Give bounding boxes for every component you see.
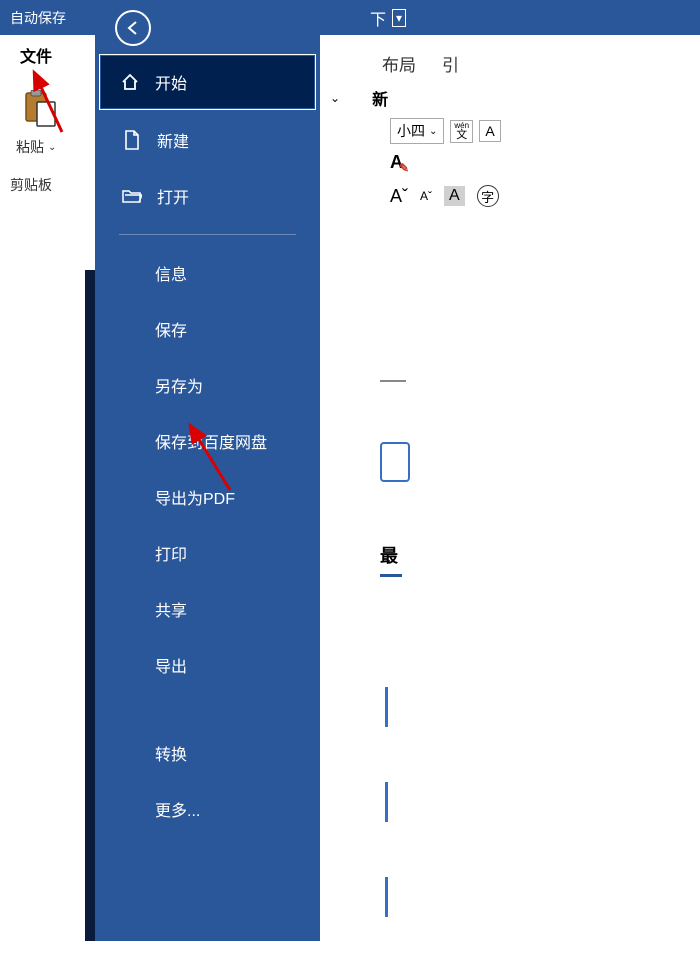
menu-saveas-label: 另存为 [155, 373, 203, 397]
menu-share-label: 共享 [155, 597, 187, 621]
font-color-button[interactable]: A✎ [390, 152, 403, 173]
paste-button[interactable]: 粘贴 ⌄ [16, 137, 95, 157]
new-doc-icon [121, 130, 143, 150]
chevron-down-icon: ⌄ [48, 142, 56, 153]
recent-item[interactable] [380, 687, 388, 727]
menu-divider [119, 234, 296, 235]
new-label: 新 [372, 86, 388, 110]
file-tab[interactable]: 文件 [0, 34, 72, 76]
wen-bot: 文 [454, 130, 469, 141]
menu-open[interactable]: 打开 [95, 168, 320, 224]
tab-layout[interactable]: 布局 [382, 51, 416, 76]
tab-references[interactable]: 引 [442, 51, 459, 76]
menu-start-label: 开始 [155, 70, 187, 94]
back-button[interactable] [115, 10, 151, 46]
grow-font-button[interactable]: Aˇ [390, 186, 408, 207]
menu-transform[interactable]: 转换 [95, 725, 320, 781]
caret-down-icon[interactable]: ⌄ [330, 91, 340, 105]
menu-exportpdf[interactable]: 导出为PDF [95, 469, 320, 525]
recent-item[interactable] [380, 877, 388, 917]
right-titlebar: 下 ▾ [320, 0, 700, 35]
chevron-down-icon: ⌄ [429, 126, 437, 137]
divider-line [380, 380, 406, 382]
menu-exportpdf-label: 导出为PDF [155, 485, 235, 509]
clipboard-section-label: 剪贴板 [0, 175, 95, 195]
enclose-char-button[interactable]: 字 [477, 185, 499, 207]
menu-export[interactable]: 导出 [95, 637, 320, 693]
menu-saveas[interactable]: 另存为 [95, 357, 320, 413]
autosave-label: 自动保存 [0, 8, 66, 28]
menu-savebaidu-label: 保存到百度网盘 [155, 429, 267, 453]
menu-new[interactable]: 新建 [95, 112, 320, 168]
menu-save-label: 保存 [155, 317, 187, 341]
dark-strip [85, 270, 95, 941]
paste-icon[interactable] [16, 85, 64, 133]
menu-export-label: 导出 [155, 653, 187, 677]
menu-open-label: 打开 [157, 184, 189, 208]
font-size-value: 小四 [397, 121, 425, 141]
menu-new-label: 新建 [157, 128, 189, 152]
shrink-font-button[interactable]: Aˇ [420, 189, 432, 203]
menu-more-label: 更多... [155, 797, 200, 821]
menu-save[interactable]: 保存 [95, 301, 320, 357]
pen-icon: ✎ [399, 161, 409, 175]
menu-info[interactable]: 信息 [95, 245, 320, 301]
recent-item[interactable] [380, 782, 388, 822]
phonetic-guide-button[interactable]: wén 文 [450, 120, 473, 143]
menu-transform-label: 转换 [155, 741, 187, 765]
file-menu: 开始 新建 打开 信息 保存 另存为 保存到百度网盘 导出为PDF 打印 共享 … [95, 0, 320, 941]
recent-label: 最 [380, 542, 700, 568]
recent-underline [380, 574, 402, 577]
qat-dropdown-icon[interactable]: ▾ [392, 9, 406, 27]
char-border-button[interactable]: A [479, 120, 501, 142]
menu-more[interactable]: 更多... [95, 781, 320, 837]
highlight-button[interactable]: A [444, 186, 465, 206]
blank-document-template[interactable] [380, 442, 410, 482]
menu-start[interactable]: 开始 [101, 56, 314, 108]
home-icon [119, 73, 141, 91]
menu-info-label: 信息 [155, 261, 187, 285]
font-size-select[interactable]: 小四 ⌄ [390, 118, 444, 144]
menu-print-label: 打印 [155, 541, 187, 565]
menu-share[interactable]: 共享 [95, 581, 320, 637]
qat-down-label[interactable]: 下 [370, 6, 386, 30]
menu-print[interactable]: 打印 [95, 525, 320, 581]
menu-savebaidu[interactable]: 保存到百度网盘 [95, 413, 320, 469]
paste-label-text: 粘贴 [16, 137, 44, 157]
open-folder-icon [121, 188, 143, 204]
